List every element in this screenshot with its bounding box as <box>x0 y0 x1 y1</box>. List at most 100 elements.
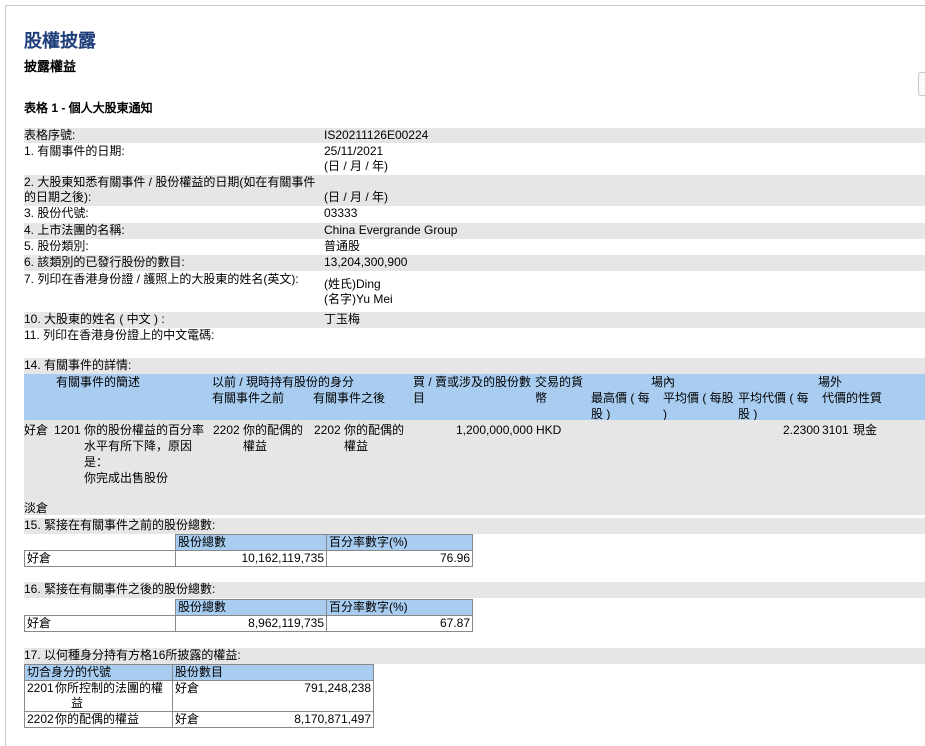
row-avg-off: 2.2300 <box>783 423 820 437</box>
row-before-code: 2202 <box>213 423 240 437</box>
row-after-text1: 你的配偶的 <box>344 423 405 437</box>
field-row-corp-name: 4. 上市法團的名稱: China Evergrande Group <box>24 223 925 239</box>
table-row: 2201你所控制的法團的權益 好倉 791,248,238 <box>24 680 374 712</box>
section14-title: 14. 有關事件的詳情: <box>24 358 132 372</box>
shares-cell: 791,248,238 <box>217 680 374 712</box>
field-value: (日 / 月 / 年) <box>324 190 388 204</box>
field-value: 03333 <box>324 206 358 220</box>
section16-title: 16. 緊接在有關事件之後的股份總數: <box>24 582 216 596</box>
hdr-capacity: 以前 / 現時持有股份的身分 <box>212 375 355 389</box>
section17-title-row: 17. 以何種身分持有方格16所披露的權益: <box>24 648 925 664</box>
field-label: 10. 大股東的姓名 ( 中文 ) : <box>24 312 165 326</box>
row-label: 好倉 <box>24 550 176 567</box>
total-shares-value: 8,962,119,735 <box>175 615 327 632</box>
row-after-code: 2202 <box>314 423 341 437</box>
form-title: 表格 1 - 個人大股東通知 <box>24 101 153 115</box>
field-label: 2. 大股東知悉有關事件 / 股份權益的日期(如在有關事件 <box>24 175 316 189</box>
row-after-text2: 權益 <box>344 439 369 453</box>
hdr-total-shares: 股份總數 <box>175 599 327 616</box>
corner-cell <box>24 534 176 551</box>
section17-table: 切合身分的代號 股份數目 2201你所控制的法團的權益 好倉 791,248,2… <box>24 664 374 728</box>
section16-title-row: 16. 緊接在有關事件之後的股份總數: <box>24 582 925 598</box>
section14-header: 有關事件的簡述 以前 / 現時持有股份的身分 有關事件之前 有關事件之後 買 /… <box>24 374 925 421</box>
hdr-percentage: 百分率數字(%) <box>326 534 473 551</box>
field-row-english-name: 7. 列印在香港身份證 / 護照上的大股東的姓名(英文): (姓氏)Ding (… <box>24 272 925 312</box>
capacity-cell: 2202你的配偶的權益 <box>24 711 173 728</box>
hdr-off-exchange: 場外 <box>818 375 843 389</box>
hdr-event-desc: 有關事件的簡述 <box>56 375 141 389</box>
row-label: 好倉 <box>24 615 176 632</box>
hdr-share-count: 股份數目 <box>172 664 374 681</box>
capacity-desc-line1: 你所控制的法團的權 <box>55 681 164 695</box>
field-value-format: (日 / 月 / 年) <box>324 159 388 173</box>
hdr-after: 有關事件之後 <box>313 391 386 405</box>
field-row-event-date: 1. 有關事件的日期: 25/11/2021 (日 / 月 / 年) <box>24 144 925 175</box>
row-nature-code: 3101 <box>822 423 849 437</box>
scrollbar-thumb[interactable] <box>918 72 925 96</box>
field-label: 4. 上市法團的名稱: <box>24 223 125 237</box>
row-position: 好倉 <box>24 423 49 437</box>
row-before-text2: 權益 <box>243 439 268 453</box>
field-value: China Evergrande Group <box>324 223 458 237</box>
hdr-avg: 平均價 ( 每股 ) <box>663 391 734 421</box>
section14-data-row: 好倉 1201 你的股份權益的百分率 水平有所下降，原因 是： 你完成出售股份 … <box>24 420 925 515</box>
field-value: 25/11/2021 <box>324 144 384 158</box>
table-row: 2202你的配偶的權益 好倉 8,170,871,497 <box>24 711 374 728</box>
position-cell: 好倉 <box>172 711 217 728</box>
capacity-code: 2202 <box>27 712 54 726</box>
hdr-nature: 代價的性質 <box>822 391 883 405</box>
row-currency: HKD <box>536 423 562 437</box>
percentage-value: 76.96 <box>326 550 473 567</box>
section15-title-row: 15. 緊接在有關事件之前的股份總數: <box>24 518 925 534</box>
capacity-desc: 你所控制的法團的權益 <box>55 681 165 711</box>
section15-title: 15. 緊接在有關事件之前的股份總數: <box>24 518 216 532</box>
field-label: 表格序號: <box>24 128 76 142</box>
row-desc-line4: 你完成出售股份 <box>84 471 169 485</box>
page-title: 股權披露 <box>24 31 96 51</box>
hdr-total-shares: 股份總數 <box>175 534 327 551</box>
field-row-stock-code: 3. 股份代號: 03333 <box>24 206 925 222</box>
capacity-desc-line2: 益 <box>71 696 84 710</box>
field-label: 5. 股份類別: <box>24 239 89 253</box>
row-before-text1: 你的配偶的 <box>243 423 304 437</box>
page-subtitle: 披露權益 <box>24 59 77 74</box>
hdr-shares: 買 / 賣或涉及的股份數目 <box>413 375 532 405</box>
capacity-code: 2201 <box>27 681 54 695</box>
total-shares-value: 10,162,119,735 <box>175 550 327 567</box>
row-code: 1201 <box>54 423 81 437</box>
capacity-cell: 2201你所控制的法團的權益 <box>24 680 173 712</box>
field-label: 3. 股份代號: <box>24 206 89 220</box>
field-row-form-no: 表格序號: IS20211126E00224 <box>24 128 925 143</box>
section16-table: 股份總數 百分率數字(%) 好倉 8,962,119,735 67.87 <box>24 599 473 632</box>
position-cell: 好倉 <box>172 680 217 712</box>
row-shares: 1,200,000,000 <box>456 423 533 437</box>
field-label: 6. 該類別的已發行股份的數目: <box>24 255 185 269</box>
shares-cell: 8,170,871,497 <box>217 711 374 728</box>
field-label: 1. 有關事件的日期: <box>24 144 125 158</box>
field-value: 13,204,300,900 <box>324 255 408 269</box>
field-label-cont: 的日期之後): <box>24 190 92 204</box>
field-value: 普通股 <box>324 239 361 253</box>
row-desc-line1: 你的股份權益的百分率 <box>84 423 205 437</box>
section14-title-row: 14. 有關事件的詳情: <box>24 358 925 374</box>
row-desc-line3: 是： <box>84 455 109 469</box>
percentage-value: 67.87 <box>326 615 473 632</box>
field-row-chinese-code: 11. 列印在香港身份證上的中文電碼: <box>24 328 925 344</box>
hdr-on-exchange: 場內 <box>651 375 676 389</box>
field-value-surname: (姓氏)Ding <box>324 277 381 291</box>
section15-table: 股份總數 百分率數字(%) 好倉 10,162,119,735 76.96 <box>24 534 473 567</box>
row-nature: 現金 <box>853 423 878 437</box>
field-value: 丁玉梅 <box>324 312 361 326</box>
section14-short-position: 淡倉 <box>24 501 49 515</box>
row-desc-line2: 水平有所下降，原因 <box>84 439 193 453</box>
field-row-aware-date: 2. 大股東知悉有關事件 / 股份權益的日期(如在有關事件 的日期之後): (日… <box>24 175 925 206</box>
hdr-currency: 交易的貨幣 <box>535 375 584 405</box>
hdr-before: 有關事件之前 <box>212 391 285 405</box>
field-value-given-name: (名字)Yu Mei <box>324 292 393 306</box>
field-label: 11. 列印在香港身份證上的中文電碼: <box>24 328 215 342</box>
hdr-high: 最高價 ( 每股 ) <box>591 391 650 421</box>
capacity-desc-line1: 你的配偶的權益 <box>55 712 140 726</box>
hdr-capacity-code: 切合身分的代號 <box>24 664 173 681</box>
hdr-avg-off: 平均代價 ( 每股 ) <box>738 391 809 421</box>
field-row-chinese-name: 10. 大股東的姓名 ( 中文 ) : 丁玉梅 <box>24 312 925 328</box>
